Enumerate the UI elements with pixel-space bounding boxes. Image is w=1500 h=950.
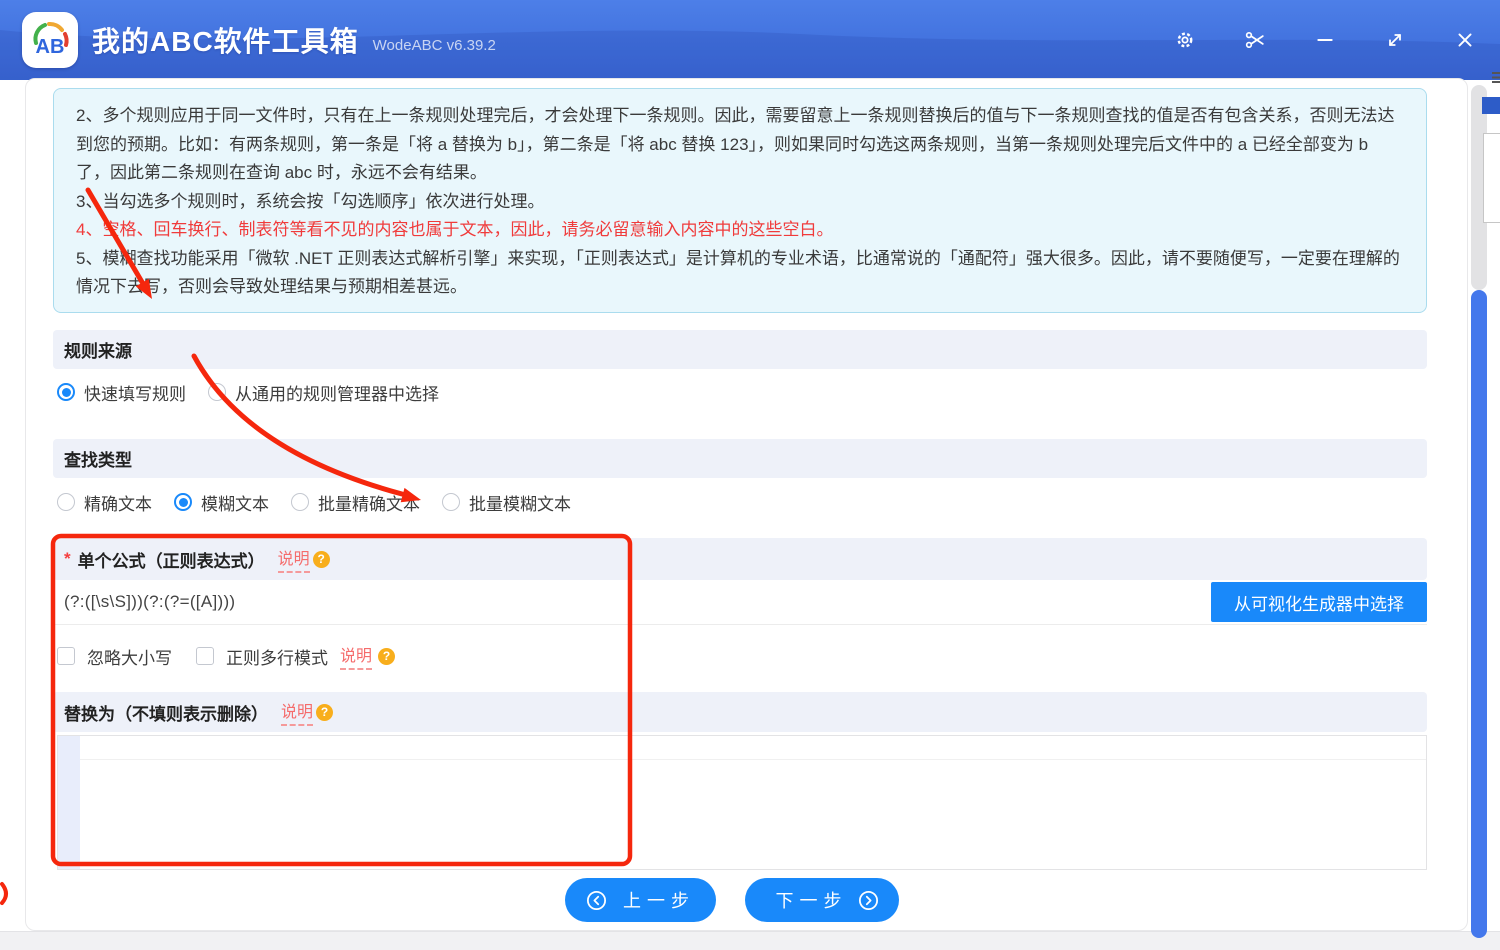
search-type-title: 查找类型	[64, 446, 132, 471]
question-mark-icon[interactable]: ?	[316, 704, 333, 721]
notice-item-2: 2、多个规则应用于同一文件时，只有在上一条规则处理完后，才会处理下一条规则。因此…	[76, 102, 1404, 188]
maximize-icon	[1385, 30, 1405, 50]
background-window-panel-edge	[1483, 133, 1500, 223]
close-icon	[1455, 30, 1475, 50]
radio-selected-icon	[57, 383, 75, 401]
circle-chevron-left-icon	[586, 890, 607, 911]
search-type-options: 精确文本 模糊文本 批量精确文本 批量模糊文本	[57, 485, 571, 519]
radio-exact-text[interactable]: 精确文本	[57, 490, 152, 515]
logo-arc-red	[65, 34, 67, 45]
visual-builder-button[interactable]: 从可视化生成器中选择	[1211, 582, 1427, 622]
settings-button[interactable]	[1167, 22, 1203, 58]
radio-label: 批量精确文本	[318, 490, 420, 515]
titlebar: AB 我的ABC软件工具箱 WodeABC v6.39.2	[0, 0, 1500, 80]
editor-gutter	[58, 736, 80, 869]
required-asterisk: *	[64, 549, 71, 569]
logo-letters: AB	[36, 36, 65, 58]
previous-step-label: 上一步	[623, 887, 695, 913]
radio-unselected-icon	[57, 493, 75, 511]
replace-title: 替换为（不填则表示删除）	[64, 700, 268, 725]
radio-unselected-icon	[442, 493, 460, 511]
maximize-button[interactable]	[1377, 22, 1413, 58]
replace-help-link[interactable]: 说明	[281, 698, 313, 726]
gear-icon	[1175, 30, 1195, 50]
next-step-label: 下一步	[776, 887, 848, 913]
formula-title: 单个公式（正则表达式）	[78, 547, 265, 572]
formula-help-link[interactable]: 说明	[278, 545, 310, 573]
question-mark-icon[interactable]: ?	[313, 551, 330, 568]
checkbox-regex-multiline[interactable]: 正则多行模式 说明 ?	[196, 642, 395, 670]
radio-label: 批量模糊文本	[469, 490, 571, 515]
scrollbar-thumb-blue[interactable]	[1471, 290, 1487, 938]
next-step-button[interactable]: 下一步	[745, 878, 899, 922]
app-version: WodeABC v6.39.2	[373, 37, 496, 54]
section-header-rule-source: 规则来源	[53, 330, 1427, 369]
radio-from-rule-manager[interactable]: 从通用的规则管理器中选择	[208, 380, 439, 405]
annotation-stray-mark	[2, 884, 6, 903]
notice-item-4: 4、空格、回车换行、制表符等看不见的内容也属于文本，因此，请务必留意输入内容中的…	[76, 216, 1404, 245]
background-window-menu-icon	[1492, 72, 1500, 83]
section-header-search-type: 查找类型	[53, 439, 1427, 478]
app-window: AB 我的ABC软件工具箱 WodeABC v6.39.2	[0, 0, 1500, 950]
notice-item-3: 3、当勾选多个规则时，系统会按「勾选顺序」依次进行处理。	[76, 188, 1404, 217]
checkbox-icon	[57, 647, 75, 665]
radio-selected-icon	[174, 493, 192, 511]
minimize-button[interactable]	[1307, 22, 1343, 58]
cut-button[interactable]	[1237, 22, 1273, 58]
radio-label: 精确文本	[84, 490, 152, 515]
section-header-formula: * 单个公式（正则表达式） 说明 ?	[53, 538, 1427, 580]
scissors-icon	[1245, 30, 1265, 50]
radio-label: 从通用的规则管理器中选择	[235, 380, 439, 405]
checkbox-icon	[196, 647, 214, 665]
checkbox-ignore-case[interactable]: 忽略大小写	[57, 644, 172, 669]
checkbox-label: 忽略大小写	[87, 644, 172, 669]
multiline-help-link[interactable]: 说明	[340, 642, 372, 670]
formula-flags-row: 忽略大小写 正则多行模式 说明 ?	[57, 641, 395, 671]
logo-arc-yellow	[49, 24, 62, 30]
checkbox-label: 正则多行模式	[226, 644, 328, 669]
editor-first-line	[80, 736, 1426, 760]
radio-label: 快速填写规则	[84, 380, 186, 405]
rule-source-title: 规则来源	[64, 337, 132, 362]
circle-chevron-right-icon	[858, 890, 879, 911]
app-title: 我的ABC软件工具箱	[92, 20, 359, 60]
title-group: 我的ABC软件工具箱 WodeABC v6.39.2	[92, 0, 496, 80]
section-header-replace: 替换为（不填则表示删除） 说明 ?	[53, 692, 1427, 732]
radio-unselected-icon	[208, 383, 226, 401]
minimize-icon	[1315, 30, 1335, 50]
notice-item-5: 5、模糊查找功能采用「微软 .NET 正则表达式解析引擎」来实现，「正则表达式」…	[76, 245, 1404, 302]
window-bottom-strip	[0, 931, 1500, 950]
app-logo: AB	[22, 12, 78, 68]
radio-quick-fill-rule[interactable]: 快速填写规则	[57, 380, 186, 405]
replace-textarea[interactable]	[57, 735, 1427, 870]
previous-step-button[interactable]: 上一步	[565, 878, 716, 922]
question-mark-icon[interactable]: ?	[378, 648, 395, 665]
radio-unselected-icon	[291, 493, 309, 511]
radio-batch-fuzzy-text[interactable]: 批量模糊文本	[442, 490, 571, 515]
notice-box: 2、多个规则应用于同一文件时，只有在上一条规则处理完后，才会处理下一条规则。因此…	[53, 88, 1427, 313]
background-window-blue-edge	[1482, 97, 1500, 114]
rule-source-options: 快速填写规则 从通用的规则管理器中选择	[57, 375, 439, 409]
radio-label: 模糊文本	[201, 490, 269, 515]
radio-batch-exact-text[interactable]: 批量精确文本	[291, 490, 420, 515]
radio-fuzzy-text[interactable]: 模糊文本	[174, 490, 269, 515]
close-button[interactable]	[1447, 22, 1483, 58]
